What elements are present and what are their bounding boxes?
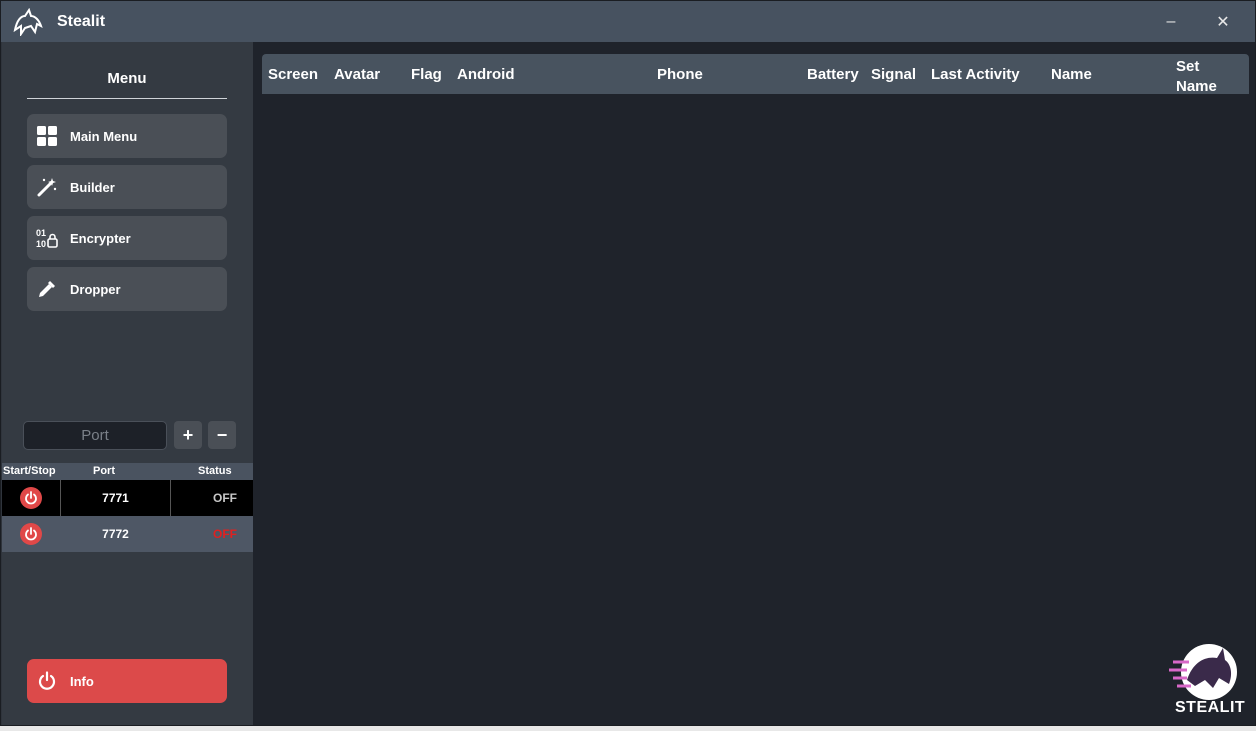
column-set-name[interactable]: Set Name xyxy=(1176,57,1236,97)
encrypter-button[interactable]: 01 10 Encrypter xyxy=(27,216,227,260)
info-label: Info xyxy=(70,673,94,689)
menu-divider xyxy=(27,98,227,99)
main-menu-button[interactable]: Main Menu xyxy=(27,114,227,158)
header-status: Status xyxy=(198,465,232,477)
dropper-label: Dropper xyxy=(70,281,121,297)
column-last-activity[interactable]: Last Activity xyxy=(931,66,1020,83)
app-window: Stealit – ✕ Menu Main Menu Builder 01 10 … xyxy=(0,0,1256,726)
column-android[interactable]: Android xyxy=(457,66,515,83)
close-button[interactable]: ✕ xyxy=(1199,1,1247,42)
devices-panel: Screen Avatar Flag Android Phone Battery… xyxy=(253,42,1255,725)
header-port: Port xyxy=(93,465,115,477)
main-menu-label: Main Menu xyxy=(70,128,138,144)
sidebar: Menu Main Menu Builder 01 10 Encrypter Dr… xyxy=(2,42,253,725)
port-table-header: Start/Stop Port Status xyxy=(2,463,253,480)
svg-text:01: 01 xyxy=(36,228,46,238)
remove-port-button[interactable]: − xyxy=(208,421,236,449)
port-row: 7772 OFF xyxy=(2,516,253,552)
column-avatar[interactable]: Avatar xyxy=(334,66,380,83)
add-port-button[interactable]: + xyxy=(174,421,202,449)
header-start-stop: Start/Stop xyxy=(3,465,56,477)
column-signal[interactable]: Signal xyxy=(871,66,916,83)
title-bar: Stealit – ✕ xyxy=(1,1,1255,42)
power-toggle-icon[interactable] xyxy=(20,487,42,509)
eyedropper-icon xyxy=(36,278,58,300)
port-status: OFF xyxy=(213,527,237,541)
port-status: OFF xyxy=(213,491,237,505)
column-screen[interactable]: Screen xyxy=(268,66,318,83)
builder-button[interactable]: Builder xyxy=(27,165,227,209)
menu-title: Menu xyxy=(107,70,147,87)
info-button[interactable]: Info xyxy=(27,659,227,703)
dropper-button[interactable]: Dropper xyxy=(27,267,227,311)
builder-label: Builder xyxy=(70,179,115,195)
svg-text:10: 10 xyxy=(36,239,46,249)
cat-logo-icon xyxy=(11,7,45,37)
column-battery[interactable]: Battery xyxy=(807,66,859,83)
taskbar-strip xyxy=(0,726,1256,731)
column-name[interactable]: Name xyxy=(1051,66,1092,83)
window-title: Stealit xyxy=(57,12,106,30)
port-input[interactable]: Port xyxy=(23,421,167,450)
magic-wand-icon xyxy=(36,176,58,198)
brand-text: STEALIT xyxy=(1175,699,1246,716)
binary-lock-icon: 01 10 xyxy=(36,227,58,249)
column-phone[interactable]: Phone xyxy=(657,66,703,83)
power-icon xyxy=(36,670,58,692)
port-row: 7771 OFF xyxy=(2,480,253,516)
devices-table-header: Screen Avatar Flag Android Phone Battery… xyxy=(262,54,1249,97)
power-toggle-icon[interactable] xyxy=(20,523,42,545)
minimize-button[interactable]: – xyxy=(1147,1,1195,42)
encrypter-label: Encrypter xyxy=(70,230,131,246)
column-flag[interactable]: Flag xyxy=(411,66,442,83)
port-value: 7772 xyxy=(102,527,129,541)
port-value: 7771 xyxy=(102,491,129,505)
grid-icon xyxy=(36,125,58,147)
